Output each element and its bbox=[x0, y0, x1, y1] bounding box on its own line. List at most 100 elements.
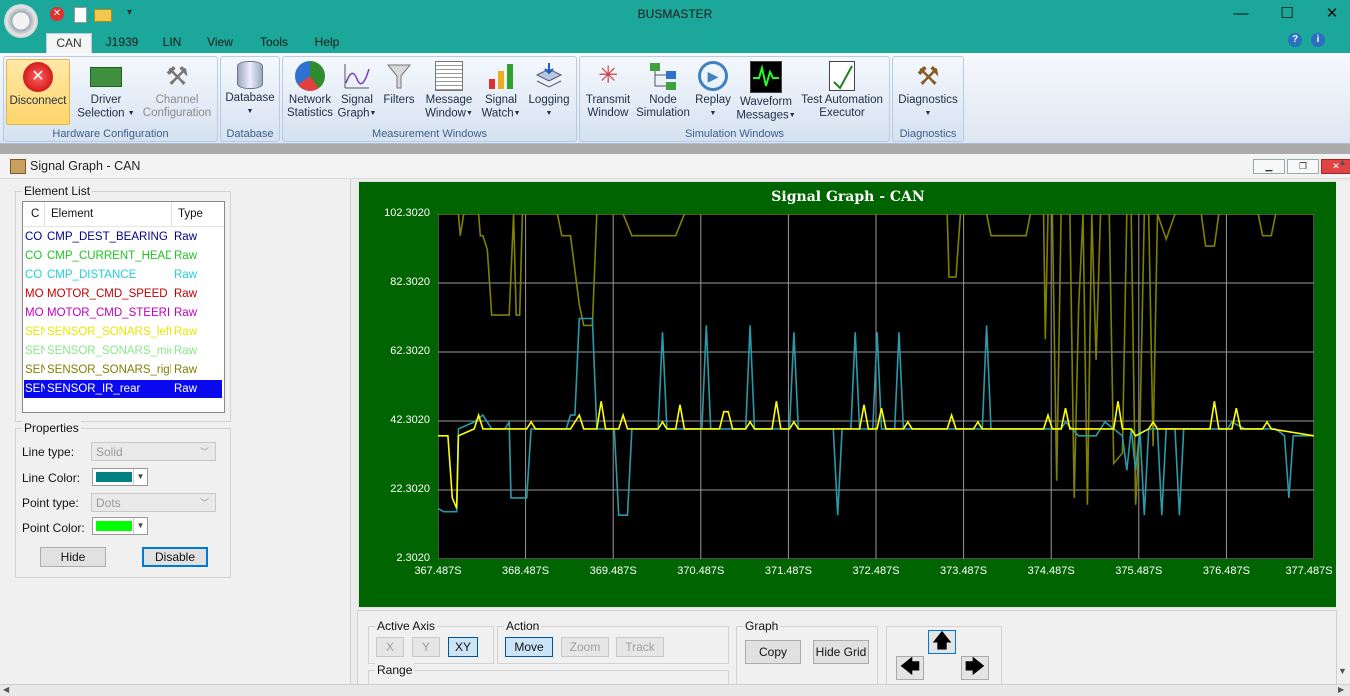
diagnostics-button[interactable]: ⚒ Diagnostics ▼ bbox=[895, 59, 961, 123]
signal-watch-button[interactable]: Signal Watch▼ bbox=[479, 59, 523, 123]
x-tick-label: 368.487S bbox=[502, 565, 550, 577]
element-row-code: SEN bbox=[25, 326, 45, 338]
signal-graph-button[interactable]: Signal Graph▼ bbox=[337, 59, 377, 123]
line-type-select[interactable]: Solid ﹀ bbox=[91, 442, 216, 461]
element-row-code: CO bbox=[25, 269, 43, 281]
pan-right-button[interactable]: 🡆 bbox=[961, 656, 989, 680]
element-row-name: SENSOR_IR_rear bbox=[47, 383, 141, 395]
x-tick-label: 376.487S bbox=[1202, 565, 1250, 577]
group-hardware-configuration: ✕ Disconnect Driver Selection ▼ ⚒ Channe… bbox=[3, 56, 218, 142]
hide-button[interactable]: Hide bbox=[40, 547, 106, 567]
disable-button[interactable]: Disable bbox=[142, 547, 208, 567]
copy-button[interactable]: Copy bbox=[745, 640, 801, 664]
x-tick-label: 375.487S bbox=[1115, 565, 1163, 577]
bar-chart-icon bbox=[486, 61, 516, 91]
element-row-type: Raw bbox=[174, 383, 198, 395]
axis-x-button[interactable]: X bbox=[376, 637, 404, 657]
tab-lin[interactable]: LIN bbox=[154, 33, 190, 53]
tab-tools[interactable]: Tools bbox=[252, 33, 296, 53]
waveform-icon bbox=[750, 61, 782, 93]
element-list[interactable]: C Element Type CO CMP_DEST_BEARING Raw CO CM… bbox=[22, 201, 225, 413]
tab-view[interactable]: View bbox=[200, 33, 240, 53]
element-row-code: MO bbox=[25, 307, 44, 319]
range-group: Range bbox=[368, 663, 729, 685]
point-type-select[interactable]: Dots ﹀ bbox=[91, 493, 216, 512]
move-button[interactable]: Move bbox=[505, 637, 553, 657]
child-restore-button[interactable]: ❐ bbox=[1287, 159, 1319, 174]
pan-up-button[interactable]: 🡅 bbox=[928, 630, 956, 654]
logging-button[interactable]: Logging ▼ bbox=[525, 59, 573, 123]
line-color-picker[interactable]: ▼ bbox=[92, 468, 148, 486]
test-automation-executor-button[interactable]: Test Automation Executor bbox=[798, 59, 886, 123]
vertical-scrollbar[interactable]: ▲ ▼ bbox=[1336, 157, 1350, 684]
scroll-right-arrow-icon[interactable]: ▶ bbox=[1338, 685, 1344, 694]
element-row-name: SENSOR_SONARS_right bbox=[47, 364, 171, 376]
disconnect-button[interactable]: ✕ Disconnect bbox=[6, 59, 70, 125]
track-button[interactable]: Track bbox=[616, 637, 664, 657]
element-list-row[interactable]: SENSENSOR_SONARS_rightRaw bbox=[24, 361, 222, 379]
group-label-hardware: Hardware Configuration bbox=[52, 128, 169, 140]
action-legend: Action bbox=[504, 619, 542, 633]
element-row-type: Raw bbox=[174, 231, 198, 243]
element-list-legend: Element List bbox=[22, 184, 93, 198]
group-label-simulation: Simulation Windows bbox=[684, 128, 785, 140]
element-list-row[interactable]: CO CMP_CURRENT_HEADINRaw bbox=[24, 247, 222, 265]
element-row-type: Raw bbox=[174, 250, 198, 262]
element-row-type: Raw bbox=[174, 269, 198, 281]
waveform-messages-button[interactable]: Waveform Messages▼ bbox=[736, 59, 796, 123]
filters-button[interactable]: Filters bbox=[379, 59, 419, 123]
column-header-c[interactable]: C bbox=[31, 208, 39, 220]
close-button[interactable]: ✕ bbox=[1309, 0, 1350, 29]
element-list-row[interactable]: MO MOTOR_CMD_SPEED Raw bbox=[24, 285, 222, 303]
element-list-row[interactable]: CO CMP_DEST_BEARING Raw bbox=[24, 228, 222, 246]
info-icon[interactable]: i bbox=[1311, 33, 1325, 47]
point-color-picker[interactable]: ▼ bbox=[92, 517, 148, 535]
element-row-name: CMP_DISTANCE bbox=[47, 269, 137, 281]
message-window-button[interactable]: Message Window▼ bbox=[423, 59, 475, 123]
transmit-icon: ✳ bbox=[597, 62, 619, 89]
app-logo-icon[interactable] bbox=[4, 4, 38, 38]
element-list-row[interactable]: SENSENSOR_SONARS_leftRaw bbox=[24, 323, 222, 341]
tab-j1939[interactable]: J1939 bbox=[100, 33, 144, 53]
scroll-left-arrow-icon[interactable]: ◀ bbox=[3, 685, 9, 694]
funnel-icon bbox=[384, 61, 414, 91]
scroll-up-arrow-icon[interactable]: ▲ bbox=[1338, 157, 1347, 167]
axis-xy-button[interactable]: XY bbox=[448, 637, 478, 657]
replay-button[interactable]: ▶ Replay ▼ bbox=[692, 59, 734, 123]
axis-y-button[interactable]: Y bbox=[412, 637, 440, 657]
element-list-row[interactable]: MO MOTOR_CMD_STEERIN Raw bbox=[24, 304, 222, 322]
network-statistics-button[interactable]: Network Statistics bbox=[285, 59, 335, 123]
node-simulation-button[interactable]: Node Simulation bbox=[636, 59, 690, 123]
column-header-element[interactable]: Element bbox=[51, 208, 93, 220]
help-icon[interactable]: ? bbox=[1288, 33, 1302, 47]
hide-grid-button[interactable]: Hide Grid bbox=[813, 640, 869, 664]
driver-selection-button[interactable]: Driver Selection ▼ bbox=[74, 59, 138, 123]
element-list-header: C Element Type bbox=[23, 202, 224, 227]
line-color-label: Line Color: bbox=[22, 471, 81, 485]
signal-plot[interactable] bbox=[438, 214, 1314, 559]
horizontal-scrollbar[interactable]: ◀ ▶ bbox=[0, 684, 1350, 696]
disconnect-icon: ✕ bbox=[23, 62, 53, 92]
pan-left-button[interactable]: 🡄 bbox=[896, 656, 924, 680]
chevron-down-icon: ﹀ bbox=[199, 498, 209, 508]
element-list-row[interactable]: SENSENSOR_SONARS_midRaw bbox=[24, 342, 222, 360]
element-list-row[interactable]: SENSENSOR_IR_rear Raw bbox=[24, 380, 222, 398]
transmit-window-button[interactable]: ✳ Transmit Window bbox=[582, 59, 634, 123]
tools-icon: ⚒ bbox=[165, 61, 189, 91]
element-row-name: SENSOR_SONARS_left bbox=[47, 326, 171, 338]
maximize-button[interactable]: ☐ bbox=[1264, 0, 1310, 29]
channel-configuration-button[interactable]: ⚒ Channel Configuration bbox=[140, 59, 214, 123]
database-button[interactable]: Database ▼ bbox=[223, 59, 277, 123]
element-list-row[interactable]: CO CMP_DISTANCE Raw bbox=[24, 266, 222, 284]
tab-can[interactable]: CAN bbox=[46, 33, 92, 54]
scroll-down-arrow-icon[interactable]: ▼ bbox=[1338, 666, 1347, 676]
zoom-button[interactable]: Zoom bbox=[561, 637, 609, 657]
graph-title: Signal Graph - CAN bbox=[771, 189, 925, 205]
minimize-button[interactable]: — bbox=[1218, 0, 1264, 29]
child-minimize-button[interactable]: ▁ bbox=[1253, 159, 1285, 174]
graph-legend: Graph bbox=[743, 619, 781, 633]
element-row-code: SEN bbox=[25, 364, 45, 376]
column-header-type[interactable]: Type bbox=[178, 208, 203, 220]
tab-help[interactable]: Help bbox=[306, 33, 348, 53]
line-color-swatch bbox=[96, 472, 132, 482]
